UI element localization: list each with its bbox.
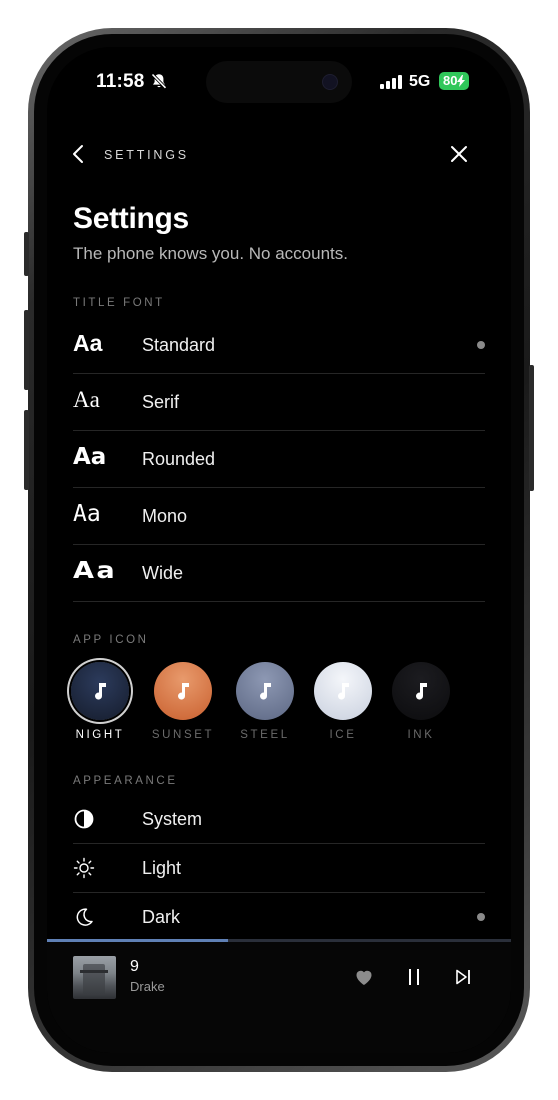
page-title: Settings <box>73 202 189 235</box>
app-icon-swatch <box>392 662 450 720</box>
half-circle-icon <box>74 809 94 829</box>
appearance-option-label: Light <box>142 858 182 878</box>
font-option-mono[interactable]: Aa Mono <box>73 488 485 545</box>
app-icon-swatch <box>314 662 372 720</box>
app-icon-swatch <box>71 662 129 720</box>
dynamic-island <box>206 61 352 103</box>
app-icon-label: SUNSET <box>151 729 215 741</box>
cellular-signal-icon <box>380 75 402 89</box>
section-label-appearance: APPEARANCE <box>73 775 178 787</box>
bell-slash-icon <box>151 73 167 89</box>
moon-icon <box>76 908 93 926</box>
playback-progress-bar[interactable] <box>47 939 511 942</box>
font-option-label: Rounded <box>142 449 216 469</box>
appearance-option-dark[interactable]: Dark <box>73 893 485 942</box>
app-icon-label: NIGHT <box>75 729 125 741</box>
app-icon-swatch <box>154 662 212 720</box>
font-sample: Aa <box>73 330 103 356</box>
appearance-option-label: Dark <box>142 907 181 927</box>
selected-indicator <box>477 341 485 349</box>
font-sample: Aa <box>73 387 100 412</box>
mini-player[interactable]: 9 Drake <box>47 939 511 1053</box>
skip-forward-icon[interactable] <box>452 966 474 988</box>
playback-progress-fill <box>47 939 228 942</box>
appearance-option-system[interactable]: System <box>73 795 485 844</box>
track-title: 9 <box>130 958 139 975</box>
track-artist: Drake <box>130 979 165 994</box>
sun-icon <box>73 857 95 879</box>
app-icon-night[interactable]: NIGHT <box>61 662 139 741</box>
app-icon-ink[interactable]: INK <box>382 662 460 741</box>
music-note-icon <box>95 683 106 700</box>
section-label-app-icon: APP ICON <box>73 634 149 646</box>
app-icon-swatch <box>236 662 294 720</box>
pause-icon[interactable] <box>403 966 425 988</box>
font-option-serif[interactable]: Aa Serif <box>73 374 485 431</box>
font-option-label: Serif <box>142 392 180 412</box>
font-option-label: Standard <box>142 335 216 355</box>
camera-icon <box>322 74 338 90</box>
status-bar: 11:58 5G 80 <box>47 47 511 107</box>
font-option-standard[interactable]: Aa Standard <box>73 317 485 374</box>
app-icon-label: ICE <box>329 729 357 741</box>
back-chevron-icon[interactable] <box>69 143 89 165</box>
close-icon[interactable] <box>448 143 470 165</box>
selected-indicator <box>477 913 485 921</box>
font-option-rounded[interactable]: Aa Rounded <box>73 431 485 488</box>
font-option-wide[interactable]: Aa Wide <box>73 545 485 602</box>
font-sample: Aa <box>73 558 118 584</box>
app-icon-steel[interactable]: STEEL <box>226 662 304 741</box>
network-type: 5G <box>409 73 431 90</box>
charging-bolt-icon <box>457 75 466 87</box>
page-subtitle: The phone knows you. No accounts. <box>73 244 348 263</box>
font-sample: Aa <box>73 444 107 470</box>
music-note-icon <box>416 683 427 700</box>
battery-level: 80 <box>443 73 458 88</box>
font-sample: Aa <box>73 501 101 527</box>
font-option-label: Mono <box>142 506 188 526</box>
font-option-label: Wide <box>142 563 184 583</box>
music-note-icon <box>338 683 349 700</box>
app-icon-label: INK <box>407 729 435 741</box>
status-time: 11:58 <box>96 71 145 92</box>
volume-down-button <box>24 410 29 490</box>
app-icon-ice[interactable]: ICE <box>304 662 382 741</box>
appearance-option-light[interactable]: Light <box>73 844 485 893</box>
battery-indicator: 80 <box>439 72 470 90</box>
album-art-tower <box>83 964 105 994</box>
screen: 11:58 5G 80 SETTINGS Settings The phone <box>47 47 511 1053</box>
volume-up-button <box>24 310 29 390</box>
music-note-icon <box>260 683 271 700</box>
appearance-option-label: System <box>142 809 203 829</box>
section-label-title-font: TITLE FONT <box>73 297 165 309</box>
power-button <box>529 365 534 491</box>
nav-title: SETTINGS <box>104 148 189 162</box>
album-art <box>73 956 116 999</box>
action-button <box>24 232 29 276</box>
album-art-ledge <box>80 970 108 973</box>
heart-icon[interactable] <box>353 966 375 988</box>
app-icon-label: STEEL <box>240 729 290 741</box>
music-note-icon <box>178 683 189 700</box>
app-icon-sunset[interactable]: SUNSET <box>144 662 222 741</box>
